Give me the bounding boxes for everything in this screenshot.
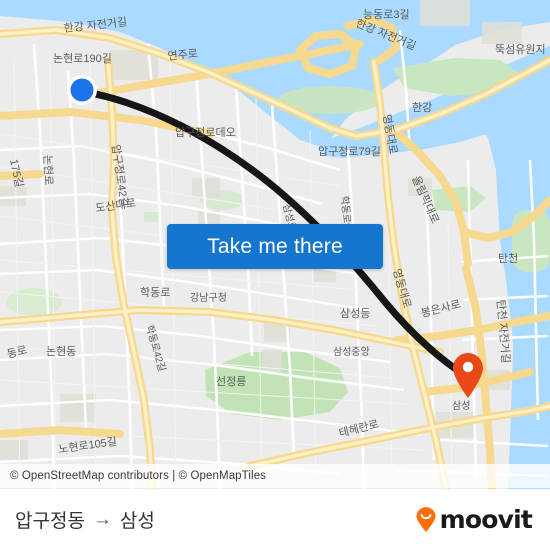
map-attribution: © OpenStreetMap contributors | © OpenMap… [0,464,550,488]
moovit-pin-icon [416,506,436,532]
map-label: 삼성 [452,400,470,412]
map-label: 뚝섬유원지 [495,43,546,56]
moovit-wordmark: moovit [439,505,533,534]
map-label: 탄천 [498,251,518,265]
map-label: 논현로 [41,155,55,186]
map-label: 논현로190길 [53,52,112,65]
arrow-icon: → [92,508,112,530]
map-label: 삼성등 [340,307,370,320]
moovit-route-card: 한강 자전거길 논현로190길 연주로 한강 자전거길 능동로3길 뚝섬유원지 한강 압구정로… [0,0,550,550]
attribution-text: © OpenStreetMap contributors | © OpenMap… [10,470,267,482]
moovit-logo[interactable]: moovit [413,505,533,534]
take-me-there-button[interactable]: Take me there [167,224,383,269]
destination-label: 삼성 [119,511,155,532]
origin-label: 압구정동 [15,511,85,532]
map-label: 능동로3길 [363,8,410,21]
footer-bar: 압구정동 → 삼성 moovit [0,489,550,550]
map-canvas[interactable]: 한강 자전거길 논현로190길 연주로 한강 자전거길 능동로3길 뚝섬유원지 한강 압구정로… [0,0,550,489]
map-label: 강남구청 [190,292,227,304]
map-label: 선정릉 [216,375,246,388]
route-summary: 압구정동 → 삼성 [15,506,155,533]
map-label: 압구정로79길 [318,145,381,158]
map-label: 한강 [412,101,432,114]
map-label: 삼성중앙 [333,346,370,358]
origin-marker[interactable] [67,75,97,105]
map-label: 학동로 [140,286,170,299]
map-label: 논현동 [46,345,76,358]
map-label: 압구정로데오 [175,126,236,139]
